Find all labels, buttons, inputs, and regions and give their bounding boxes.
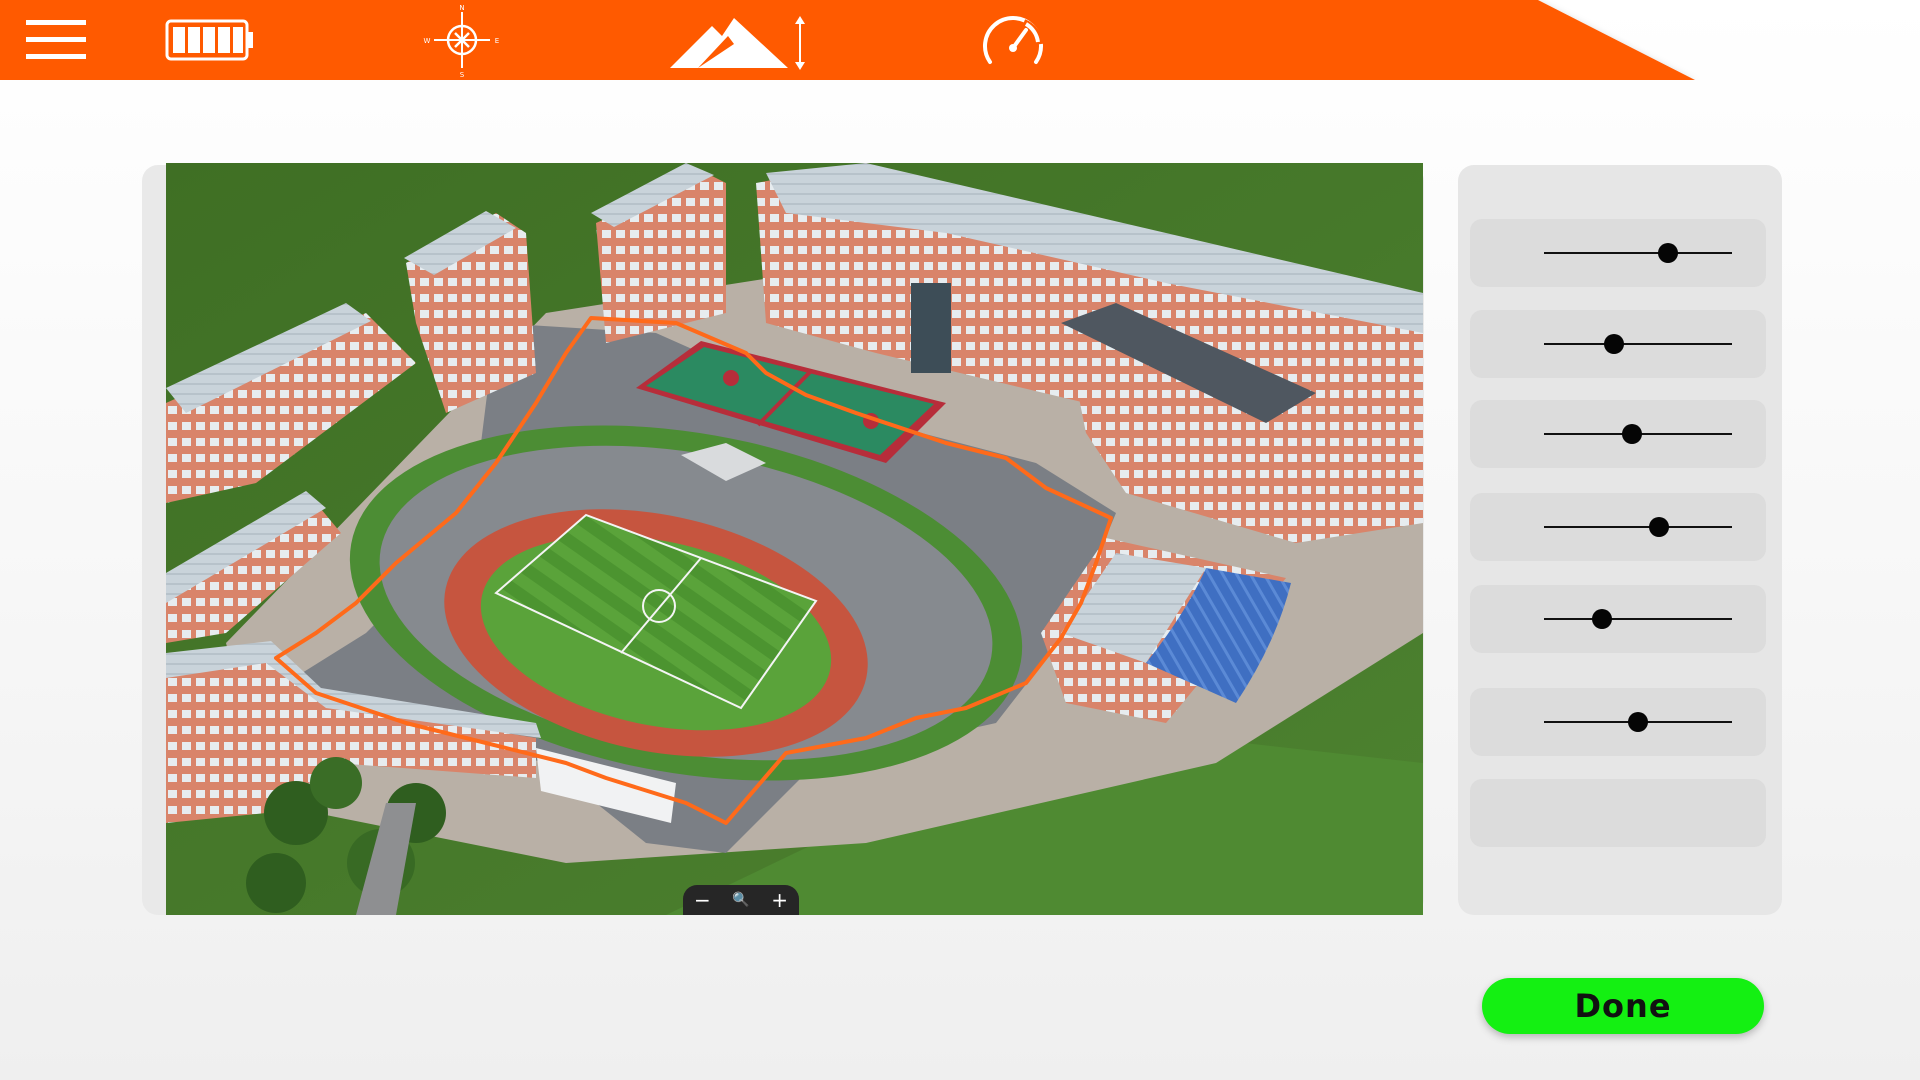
zoom-in-button[interactable]: + [765, 890, 795, 910]
done-button[interactable]: Done [1482, 978, 1764, 1034]
slider-card-7-empty [1470, 779, 1766, 847]
slider-thumb[interactable] [1603, 334, 1624, 354]
slider-thumb[interactable] [1658, 243, 1679, 263]
battery-icon [165, 19, 253, 61]
slider-card-6 [1470, 688, 1766, 756]
slider-card-4 [1470, 493, 1766, 561]
svg-text:S: S [460, 71, 465, 78]
speedometer-icon[interactable] [978, 10, 1048, 74]
svg-text:E: E [495, 37, 499, 45]
svg-text:N: N [459, 4, 464, 12]
slider-track[interactable] [1544, 343, 1732, 345]
slider-thumb[interactable] [1648, 517, 1669, 537]
top-toolbar: N S E W [0, 0, 1700, 80]
campus-aerial-image [166, 163, 1423, 915]
map-view[interactable] [166, 163, 1423, 915]
slider-card-5 [1470, 585, 1766, 653]
zoom-out-button[interactable]: − [687, 890, 717, 910]
zoom-search-icon[interactable]: 🔍 [726, 893, 756, 907]
slider-card-1 [1470, 219, 1766, 287]
compass-icon[interactable]: N S E W [422, 2, 502, 78]
menu-icon[interactable] [24, 18, 88, 62]
slider-thumb[interactable] [1628, 712, 1648, 732]
slider-track[interactable] [1544, 618, 1732, 620]
slider-thumb[interactable] [1592, 609, 1613, 629]
slider-card-2 [1470, 310, 1766, 378]
altitude-icon[interactable] [668, 14, 808, 70]
slider-card-3 [1470, 400, 1766, 468]
slider-thumb[interactable] [1622, 424, 1643, 444]
svg-text:W: W [424, 37, 431, 45]
slider-track[interactable] [1544, 252, 1732, 254]
slider-track[interactable] [1544, 526, 1732, 528]
zoom-controls: − 🔍 + [683, 885, 799, 915]
